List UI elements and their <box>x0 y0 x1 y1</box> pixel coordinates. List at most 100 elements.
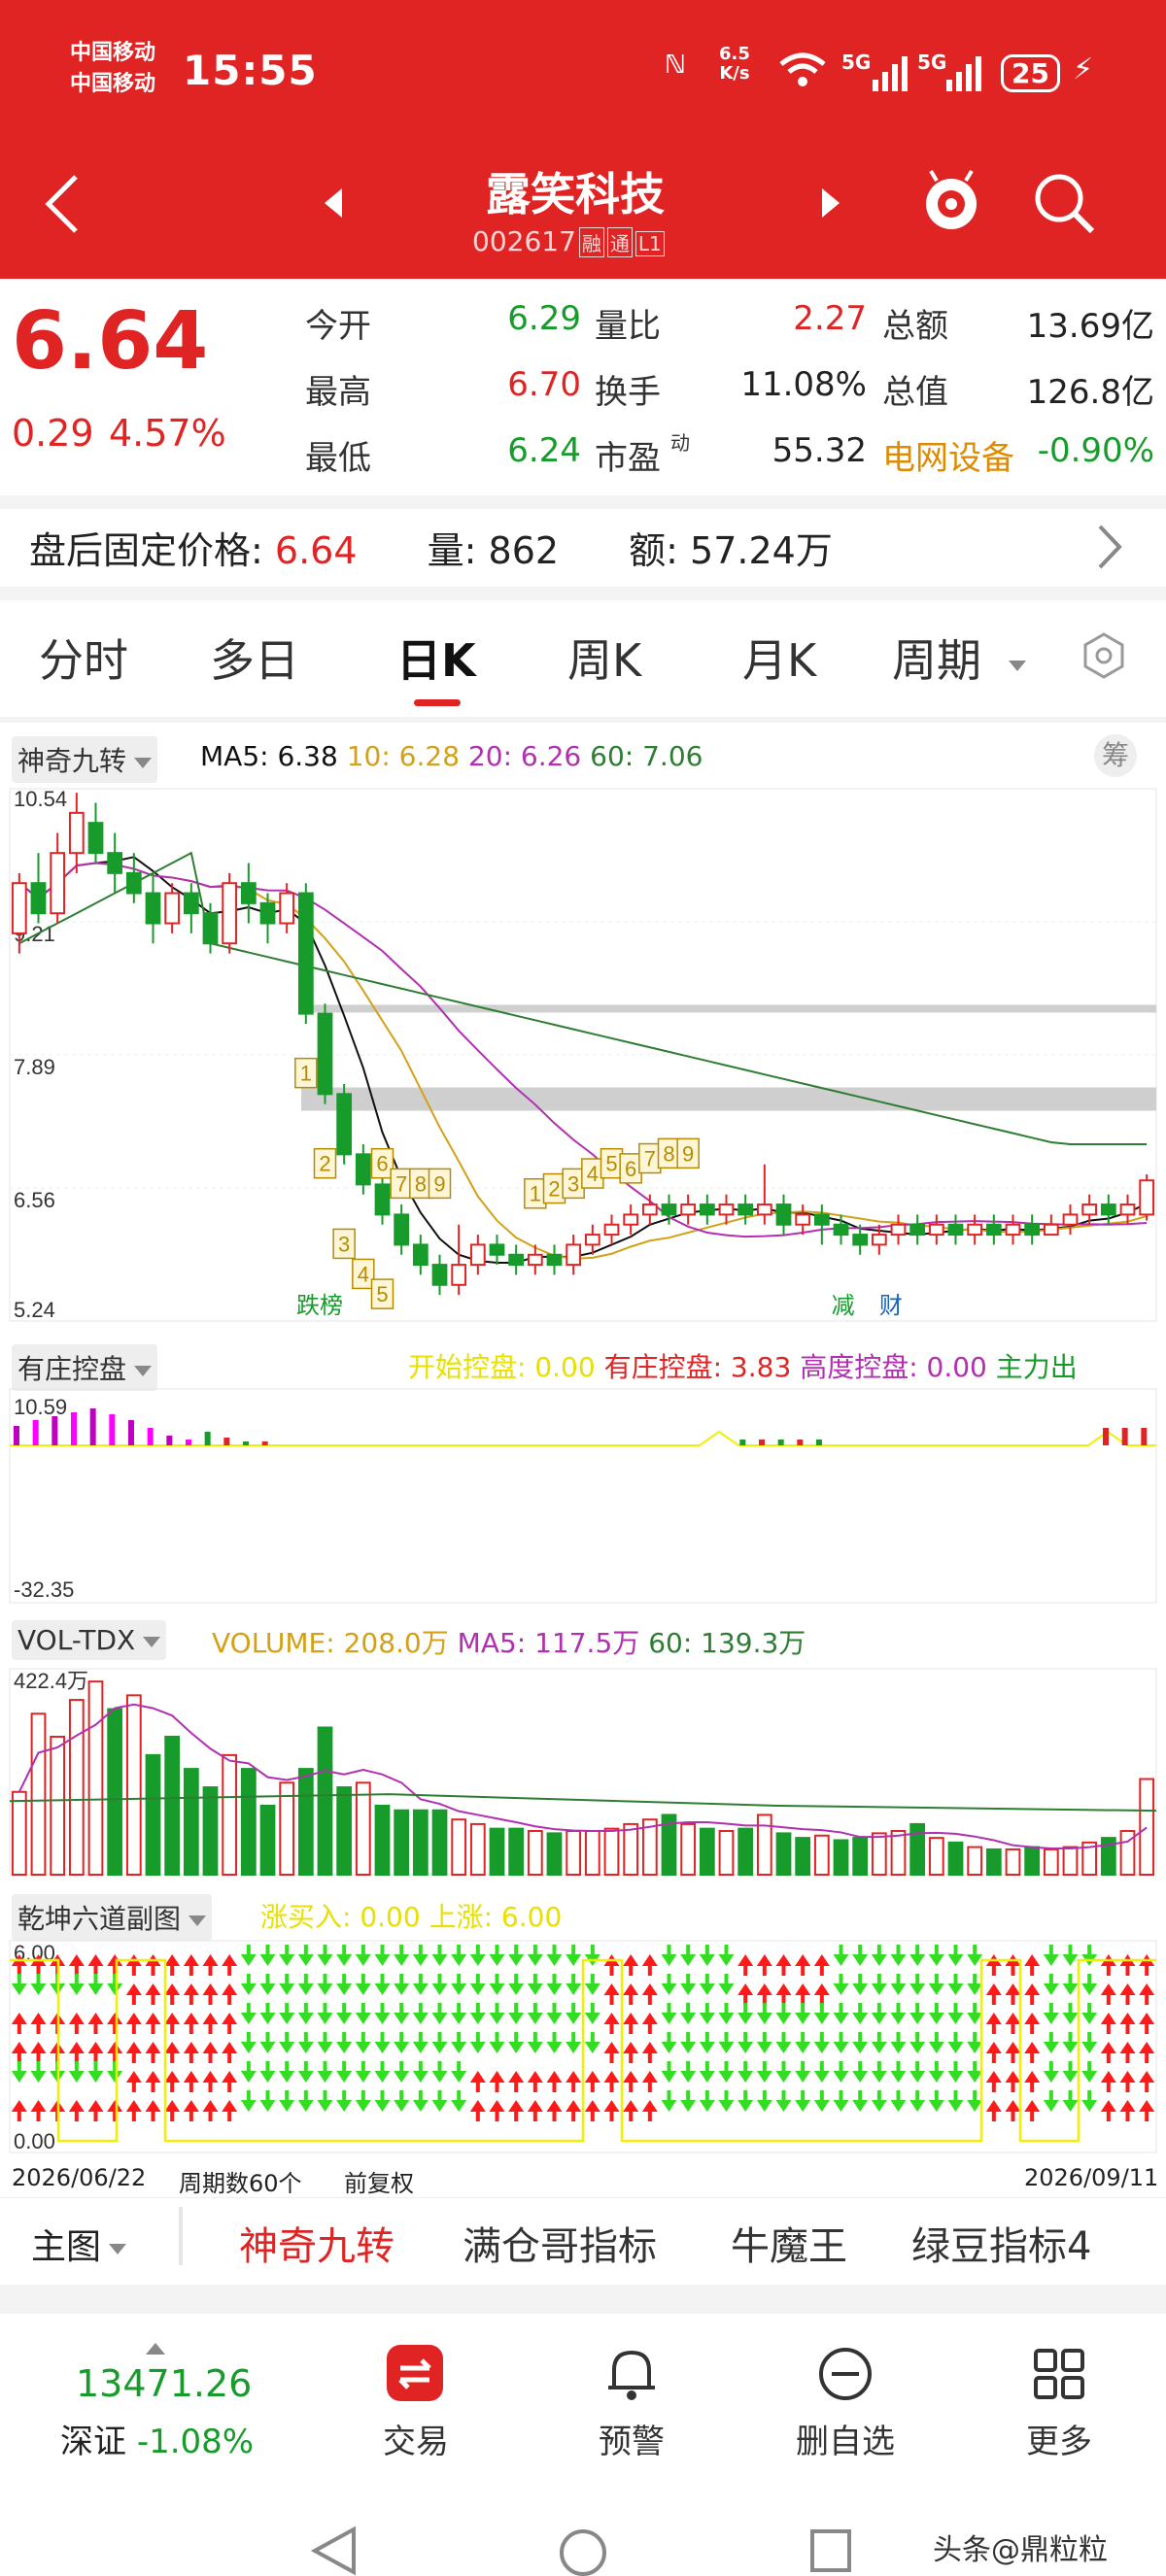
candle <box>279 892 295 925</box>
arrow-stem <box>915 1974 920 1983</box>
down-arrow <box>680 2042 697 2053</box>
nine-sell-b-0: 1 <box>524 1177 547 1209</box>
volume-bar <box>412 1809 429 1877</box>
down-arrow <box>489 2042 505 2053</box>
arrow-stem <box>457 2061 462 2071</box>
quote-label: 今开 <box>305 307 371 346</box>
candlestick-chart[interactable]: 10.549.217.896.565.241234567 8 9 1 2 3 4 5 6 7 8 9跌… <box>0 783 1166 1331</box>
chip-distribution-button[interactable]: 筹 <box>1094 734 1137 777</box>
main-chart-tab[interactable]: 主图 <box>31 2219 127 2269</box>
arrow-stem <box>380 2061 385 2071</box>
up-arrow <box>508 2071 525 2083</box>
settings-hex-icon[interactable] <box>1082 631 1125 680</box>
tab-dropdown-caret[interactable] <box>1009 661 1026 671</box>
system-recent-icon[interactable] <box>806 2525 855 2576</box>
arrow-stem <box>227 2083 232 2092</box>
indicator-tab-3[interactable]: 绿豆指标4 <box>911 2215 1091 2271</box>
tab-3[interactable]: 周K <box>567 626 641 690</box>
candle <box>164 892 181 925</box>
arrow-stem <box>762 2061 767 2071</box>
arrow-stem <box>629 2053 634 2063</box>
nav-remove-label[interactable]: 删自选 <box>777 2415 913 2462</box>
indicator-tab-1[interactable]: 满仓哥指标 <box>463 2215 657 2271</box>
tab-1[interactable]: 多日 <box>210 626 299 690</box>
arrow-stem <box>17 2112 21 2121</box>
tab-4[interactable]: 月K <box>742 626 816 690</box>
arrow-stem <box>189 2024 193 2034</box>
volume-bar <box>775 1832 792 1877</box>
more-grid-icon[interactable] <box>1032 2347 1086 2401</box>
volume-bar <box>11 1790 27 1876</box>
control-chart[interactable]: 10.59 -32.35 <box>0 1385 1166 1607</box>
bell-icon[interactable] <box>604 2345 659 2403</box>
down-arrow <box>527 1983 543 1995</box>
tab-2[interactable]: 日K <box>396 626 476 690</box>
indicator-tab-2[interactable]: 牛魔王 <box>731 2215 847 2271</box>
remove-watchlist-icon[interactable] <box>816 2345 874 2403</box>
arrow-stem <box>704 1974 709 1983</box>
indicator-tab-0[interactable]: 神奇九转 <box>239 2215 394 2271</box>
arrow-stem <box>399 2032 404 2042</box>
arrow-stem <box>801 2061 806 2071</box>
arrow-stem <box>762 1966 767 1976</box>
arrow-stem <box>552 1945 557 1954</box>
arrow-stem <box>762 2032 767 2042</box>
index-change-line[interactable]: 深证 -1.08% <box>60 2415 254 2462</box>
expand-up-icon[interactable] <box>146 2343 165 2355</box>
trade-icon[interactable] <box>387 2345 443 2401</box>
nine-label: 4 <box>358 1262 369 1286</box>
arrow-stem <box>475 2083 480 2092</box>
arrow-stem <box>667 2003 671 2013</box>
arrow-stem <box>1048 2090 1053 2100</box>
system-home-icon[interactable] <box>556 2525 610 2576</box>
arrow-stem <box>704 2003 709 2013</box>
down-arrow <box>737 2071 754 2083</box>
arrow-stem <box>227 2053 232 2063</box>
arrow-stem <box>303 2061 308 2071</box>
net-speed: 6.5 K/s <box>719 44 750 84</box>
main-indicator-select[interactable]: 神奇九转 <box>12 736 158 783</box>
down-arrow <box>279 1983 295 1995</box>
arrow-stem <box>973 2003 977 2013</box>
nine-label: 8 <box>415 1171 427 1196</box>
arrow-stem <box>781 2090 786 2100</box>
arrow-stem <box>131 2024 136 2034</box>
down-arrow <box>240 1983 257 1995</box>
nav-more-label[interactable]: 更多 <box>1001 2415 1117 2462</box>
volume-bar <box>947 1841 964 1877</box>
arrow-stem <box>399 1974 404 1983</box>
control-indicator-select[interactable]: 有庄控盘 <box>12 1344 158 1391</box>
next-stock-icon[interactable] <box>820 188 840 218</box>
tab-5[interactable]: 周期 <box>892 626 981 690</box>
arrow-stem <box>246 1945 251 1954</box>
volume-bar <box>317 1726 333 1876</box>
search-icon[interactable] <box>1032 171 1096 235</box>
back-icon[interactable] <box>43 173 82 235</box>
down-arrow <box>317 2100 333 2112</box>
candle <box>1100 1203 1116 1216</box>
after-hours-row[interactable]: 盘后固定价格: 6.64 量: 862 额: 57.24万 <box>29 521 833 574</box>
arrow-stem <box>896 1974 901 1983</box>
arrow-stem <box>1145 1995 1149 2005</box>
qiankun-indicator-select[interactable]: 乾坤六道副图 <box>12 1894 213 1941</box>
down-arrow <box>871 1954 887 1966</box>
chevron-right-icon[interactable] <box>1094 523 1123 571</box>
prev-stock-icon[interactable] <box>325 188 344 218</box>
tab-0[interactable]: 分时 <box>39 626 128 690</box>
candle <box>584 1234 600 1246</box>
assistant-robot-icon[interactable] <box>917 167 985 235</box>
nav-alert-label[interactable]: 预警 <box>573 2415 690 2462</box>
arrow-stem <box>571 2112 576 2121</box>
volume-indicator-select[interactable]: VOL-TDX <box>12 1620 167 1660</box>
candle <box>641 1203 658 1216</box>
volume-legend: VOLUME: 208.0万 MA5: 117.5万 60: 139.3万 <box>212 1627 806 1659</box>
qiankun-chart[interactable]: 6.000.00 <box>0 1937 1166 2158</box>
arrow-stem <box>953 1974 958 1983</box>
index-value[interactable]: 13471.26 <box>76 2362 252 2405</box>
nav-trade-label[interactable]: 交易 <box>358 2415 474 2462</box>
system-back-icon[interactable] <box>311 2525 360 2576</box>
volume-bar <box>125 1694 142 1876</box>
volume-chart[interactable]: 422.4万 <box>0 1663 1166 1884</box>
arrow-stem <box>93 2112 98 2121</box>
up-arrow <box>623 2013 639 2024</box>
